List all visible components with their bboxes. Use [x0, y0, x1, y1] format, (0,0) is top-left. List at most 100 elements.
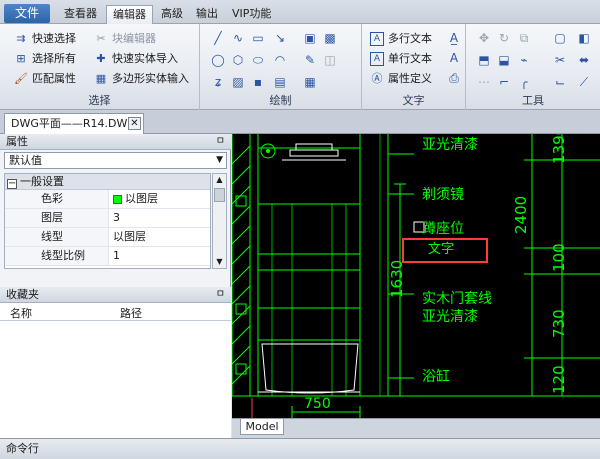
select-group-title: 选择: [88, 94, 111, 107]
wipeout-icon[interactable]: ◫: [322, 52, 338, 68]
property-row-linetype-scale[interactable]: 线型比例 1: [5, 247, 210, 266]
property-value: 以图层: [109, 190, 210, 208]
dimension-1630: 1630: [388, 259, 406, 298]
block-editor-button[interactable]: ✂ 块编辑器: [94, 30, 156, 48]
text-find-icon[interactable]: ⎙: [446, 70, 462, 86]
document-tab[interactable]: DWG平面——R14.DWG ✕: [4, 113, 144, 134]
move-icon[interactable]: ✥: [476, 30, 492, 46]
mtext-button[interactable]: A 多行文本: [370, 30, 432, 48]
label-finish-2: 亚光清漆: [422, 309, 478, 325]
rotate-icon[interactable]: ↻: [496, 30, 512, 46]
line-icon[interactable]: ╱: [210, 30, 226, 46]
properties-category[interactable]: − 一般设置: [5, 174, 210, 190]
collapse-icon[interactable]: −: [7, 179, 17, 189]
close-icon[interactable]: ✕: [128, 117, 141, 130]
offset-icon[interactable]: ⌁: [516, 52, 532, 68]
quick-import-button[interactable]: ✚ 快速实体导入: [94, 50, 178, 68]
properties-scrollbar[interactable]: ▲ ▼: [212, 173, 227, 269]
break-icon[interactable]: ⌙: [552, 74, 568, 90]
arc-icon[interactable]: ◠: [272, 52, 288, 68]
label-mirror: 剃须镜: [422, 187, 464, 203]
array-icon[interactable]: ⬓: [496, 52, 512, 68]
favorites-col-path[interactable]: 路径: [120, 305, 142, 321]
properties-panel-title: 属性: [6, 135, 28, 148]
dimension-120: 120: [550, 365, 568, 394]
image-icon[interactable]: ▤: [272, 74, 288, 90]
tab-vip[interactable]: VIP功能: [226, 5, 277, 24]
point-icon[interactable]: ▪: [250, 74, 266, 90]
trim-icon[interactable]: ✂: [552, 52, 568, 68]
scroll-down-icon[interactable]: ▼: [213, 256, 226, 268]
scroll-thumb[interactable]: [214, 188, 225, 202]
circle-icon[interactable]: ◯: [210, 52, 226, 68]
attdef-icon: Ⓐ: [371, 72, 383, 85]
quick-select-label: 快速选择: [32, 32, 76, 45]
quick-import-label: 快速实体导入: [112, 52, 178, 65]
favorites-list[interactable]: [0, 321, 231, 438]
pen-icon[interactable]: ✎: [302, 52, 318, 68]
polygon-draw-icon[interactable]: ⬡: [230, 52, 246, 68]
rectangle-icon[interactable]: ▭: [250, 30, 266, 46]
tab-editor[interactable]: 编辑器: [106, 5, 153, 25]
property-row-color[interactable]: 色彩 以图层: [5, 190, 210, 209]
tab-output[interactable]: 输出: [190, 5, 224, 24]
model-tab[interactable]: Model: [240, 419, 284, 435]
stretch-icon[interactable]: ⟋: [576, 74, 592, 90]
stext-icon: A: [370, 52, 384, 66]
quick-select-button[interactable]: ⇉ 快速选择: [14, 30, 76, 48]
match-props-button[interactable]: 🖌 匹配属性: [14, 70, 76, 88]
select-group: ⇉ 快速选择 ⊞ 选择所有 🖌 匹配属性 ✂ 块编辑器 ✚ 快速实体导入 ▦ 多…: [0, 24, 200, 110]
scroll-up-icon[interactable]: ▲: [213, 174, 226, 186]
fillet-icon[interactable]: ╭: [516, 74, 532, 90]
properties-selector[interactable]: 默认值 ▼: [4, 152, 227, 169]
drawing-canvas[interactable]: 亚光清漆 剃须镜 蹲座位 文字 实木门套线 亚光清漆 浴缸 1630 2400 …: [232, 134, 600, 418]
mtext-icon: A: [370, 32, 384, 46]
pin-icon[interactable]: ㅁ: [216, 134, 225, 150]
tools-group: ✥ ↻ ⧉ ▢ ◧ ⬒ ⬓ ⌁ ✂ ⬌ ⋯ ⌐ ╭ ⌙ ⟋ 工具: [466, 24, 600, 110]
spline-icon[interactable]: ʑ: [210, 74, 226, 90]
properties-selector-value: 默认值: [9, 154, 42, 167]
extend-icon[interactable]: ⬌: [576, 52, 592, 68]
chamfer-icon[interactable]: ⌐: [496, 74, 512, 90]
file-menu[interactable]: 文件: [4, 4, 50, 23]
polygon-input-button[interactable]: ▦ 多边形实体输入: [94, 70, 189, 88]
polyline-icon[interactable]: ∿: [230, 30, 246, 46]
chevron-down-icon: ▼: [216, 155, 223, 165]
mtext-label: 多行文本: [388, 32, 432, 45]
draw-group: ╱ ∿ ▭ ↘ ▣ ▩ ◯ ⬡ ⬭ ◠ ✎ ◫ ʑ ▨ ▪ ▤ ▦ 绘制: [200, 24, 362, 110]
align-icon[interactable]: ⬒: [476, 52, 492, 68]
text-group: A 多行文本 A 单行文本 Ⓐ 属性定义 A̲ A ⎙ 文字: [362, 24, 466, 110]
copy-icon[interactable]: ⧉: [516, 30, 532, 46]
stext-button[interactable]: A 单行文本: [370, 50, 432, 68]
select-all-label: 选择所有: [32, 52, 76, 65]
hatch-icon[interactable]: ▩: [322, 30, 338, 46]
text-selection-box[interactable]: [402, 238, 488, 263]
dimension-730: 730: [550, 309, 568, 338]
property-value: 1: [113, 249, 120, 262]
property-value-text: 以图层: [125, 192, 158, 205]
text-style-icon[interactable]: A̲: [446, 30, 462, 46]
attdef-button[interactable]: Ⓐ 属性定义: [370, 70, 433, 88]
select-all-button[interactable]: ⊞ 选择所有: [14, 50, 76, 68]
drawing-geometry: [232, 134, 600, 418]
join-icon[interactable]: ⋯: [476, 74, 492, 90]
table-icon[interactable]: ▦: [302, 74, 318, 90]
property-row-linetype[interactable]: 线型 以图层: [5, 228, 210, 247]
command-line[interactable]: 命令行: [0, 438, 600, 459]
layer-icon[interactable]: ▢: [552, 30, 568, 46]
property-row-layer[interactable]: 图层 3: [5, 209, 210, 228]
curve-icon[interactable]: ↘: [272, 30, 288, 46]
properties-icon[interactable]: ◧: [576, 30, 592, 46]
insert-block-icon[interactable]: ▣: [302, 30, 318, 46]
properties-panel-header: 属性 ㅁ: [0, 134, 231, 150]
pin-icon[interactable]: ㅁ: [216, 287, 225, 303]
gradient-icon[interactable]: ▨: [230, 74, 246, 90]
tab-viewer[interactable]: 查看器: [58, 5, 103, 24]
menu-bar: 文件 查看器 编辑器 高级 输出 VIP功能: [0, 0, 600, 25]
favorites-col-name[interactable]: 名称: [10, 305, 32, 321]
favorites-columns: 名称 路径: [0, 303, 231, 321]
color-swatch: [113, 194, 122, 204]
ellipse-icon[interactable]: ⬭: [250, 52, 266, 68]
tab-advanced[interactable]: 高级: [155, 5, 189, 24]
text-edit-icon[interactable]: A: [446, 50, 462, 66]
